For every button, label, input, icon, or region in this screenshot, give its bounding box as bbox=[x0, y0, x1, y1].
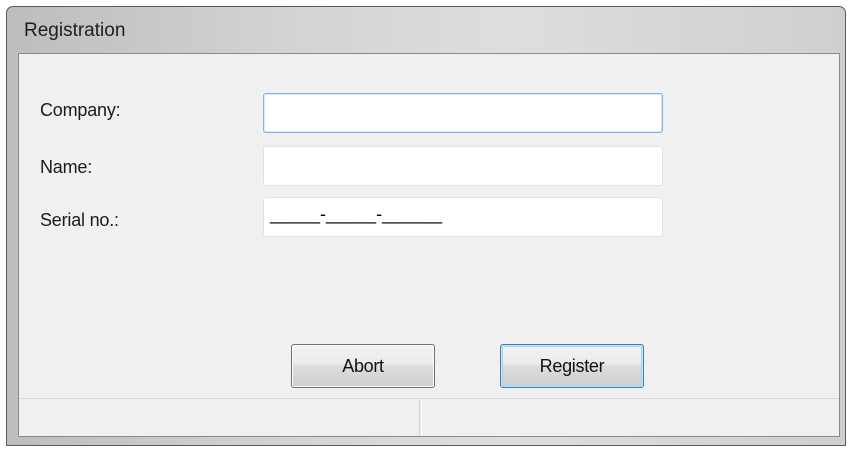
status-bar bbox=[19, 398, 839, 436]
name-field[interactable] bbox=[263, 146, 663, 186]
window-title: Registration bbox=[24, 20, 126, 41]
serial-label: Serial no.: bbox=[40, 210, 119, 230]
company-label: Company: bbox=[40, 100, 121, 120]
serial-field[interactable]: _____-_____-______ bbox=[263, 197, 663, 237]
client-area: Company: Name: Serial no.: _____-_____-_… bbox=[18, 53, 840, 437]
status-panel-left bbox=[19, 399, 420, 436]
abort-button[interactable]: Abort bbox=[291, 344, 435, 388]
registration-window: Registration Company: Name: Serial no.: … bbox=[6, 6, 846, 446]
status-panel-right bbox=[421, 399, 839, 436]
company-field[interactable] bbox=[263, 93, 663, 133]
name-label: Name: bbox=[40, 157, 93, 177]
register-button[interactable]: Register bbox=[500, 344, 644, 388]
title-bar[interactable]: Registration bbox=[7, 7, 845, 53]
serial-mask-text: _____-_____-______ bbox=[270, 204, 443, 224]
